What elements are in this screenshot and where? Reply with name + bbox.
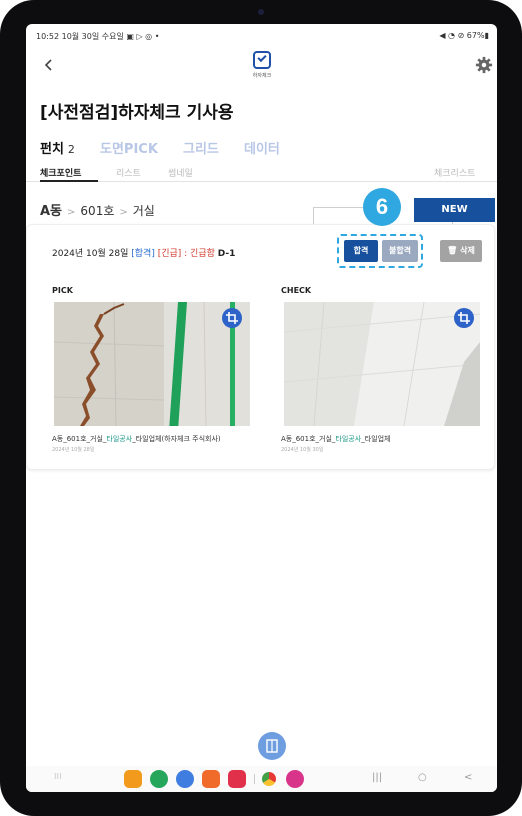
messages-icon[interactable]: [176, 770, 194, 788]
step-number-badge: 6: [363, 188, 401, 226]
delete-label: 삭제: [460, 246, 475, 255]
tab-grid[interactable]: 그리드: [183, 138, 219, 157]
tab-data[interactable]: 데이터: [244, 138, 280, 157]
app-icon-2[interactable]: [150, 770, 168, 788]
subtab-checklist[interactable]: 체크리스트: [434, 166, 475, 179]
tab-punch-count: 2: [67, 143, 75, 156]
main-tabs: 펀치 2 도면PICK 그리드 데이터: [40, 138, 300, 157]
check-caption-suffix: _타일업체: [361, 435, 391, 443]
card-header: 2024년 10월 28일 [합격] [긴급] : 긴급함 D-1: [52, 246, 235, 259]
pass-button[interactable]: 합격: [344, 240, 378, 262]
status-indicators: ◀ ◔ ⊘ 67%▮: [439, 31, 489, 40]
checklist-icon: [253, 51, 271, 69]
delete-button[interactable]: 🗑 삭제: [440, 240, 482, 262]
back-icon[interactable]: <: [464, 772, 472, 783]
breadcrumb-separator: >: [119, 207, 128, 218]
tab-punch[interactable]: 펀치 2: [40, 138, 75, 157]
trash-icon: 🗑: [447, 246, 458, 255]
pick-caption-work: 타일공사: [106, 435, 133, 443]
dday-badge: D-1: [217, 249, 236, 259]
pick-label: PICK: [52, 286, 73, 295]
pick-date: 2024년 10월 28일: [52, 447, 95, 453]
breadcrumb-room[interactable]: 거실: [133, 204, 155, 218]
dock-divider: [254, 774, 255, 784]
recent-apps-icon[interactable]: |||: [372, 772, 382, 783]
check-caption-work: 타일공사: [335, 435, 362, 443]
check-date: 2024년 10월 30일: [281, 447, 324, 453]
check-caption-prefix: A동_601호_거실_: [281, 435, 336, 443]
check-caption: A동_601호_거실_타일공사_타일업체: [281, 434, 390, 444]
tab-drawing-pick[interactable]: 도면PICK: [100, 138, 158, 157]
crop-icon[interactable]: [222, 308, 242, 328]
repaired-tile-photo: [284, 302, 480, 426]
app-logo: 하자체크: [249, 51, 275, 89]
status-badge: [합격]: [131, 249, 155, 259]
active-tab-indicator: [40, 180, 98, 182]
subtab-thumbnail[interactable]: 썸네일: [168, 166, 193, 179]
contacts-icon[interactable]: [202, 770, 220, 788]
breadcrumb-building[interactable]: A동: [40, 204, 62, 219]
card-date: 2024년 10월 28일: [52, 249, 129, 259]
subtab-checkpoint[interactable]: 체크포인트: [40, 166, 81, 179]
pick-caption-suffix: _타일업체(하자체크 주식회사): [132, 435, 221, 443]
front-camera: [258, 9, 264, 15]
tab-punch-label: 펀치: [40, 142, 64, 157]
check-label: CHECK: [281, 286, 312, 295]
callout-line: [313, 207, 363, 208]
breadcrumb-unit[interactable]: 601호: [80, 204, 114, 218]
urgent-badge: [긴급] : 긴급함: [157, 249, 215, 259]
pick-caption-prefix: A동_601호_거실_: [52, 435, 107, 443]
app-drawer-icon[interactable]: ⁝⁝⁝: [54, 772, 62, 781]
gear-icon[interactable]: [475, 56, 493, 74]
app-logo-text: 하자체크: [252, 73, 272, 79]
home-icon[interactable]: ○: [418, 772, 427, 783]
breadcrumb-separator: >: [67, 207, 76, 218]
page-title: [사전점검]하자체크 기사용: [40, 103, 234, 123]
pick-caption: A동_601호_거실_타일공사_타일업체(하자체크 주식회사): [52, 434, 221, 444]
gallery-icon[interactable]: [286, 770, 304, 788]
pick-photo[interactable]: [54, 302, 250, 426]
new-button[interactable]: NEW: [414, 198, 495, 222]
subtab-list[interactable]: 리스트: [116, 166, 141, 179]
breadcrumb: A동 >601호 > 거실: [40, 200, 155, 219]
status-time: 10:52 10월 30일 수요일 ▣ ▷ ◎ •: [36, 32, 160, 41]
crop-icon[interactable]: [454, 308, 474, 328]
check-photo[interactable]: [284, 302, 480, 426]
sub-tabs: 체크포인트 리스트 썸네일 체크리스트: [26, 162, 497, 182]
cracked-tile-photo: [54, 302, 250, 426]
back-arrow-icon[interactable]: [42, 58, 56, 72]
status-bar: 10:52 10월 30일 수요일 ▣ ▷ ◎ • ◀ ◔ ⊘ 67%▮: [26, 24, 497, 46]
tablet-frame: 10:52 10월 30일 수요일 ▣ ▷ ◎ • ◀ ◔ ⊘ 67%▮ 하자체…: [0, 0, 522, 816]
layout-icon: [266, 739, 278, 753]
app-icon-1[interactable]: [124, 770, 142, 788]
floating-action-button[interactable]: [258, 732, 286, 760]
screen: 10:52 10월 30일 수요일 ▣ ▷ ◎ • ◀ ◔ ⊘ 67%▮ 하자체…: [26, 24, 497, 792]
chrome-icon[interactable]: [262, 772, 276, 786]
fail-button[interactable]: 불합격: [382, 240, 418, 262]
system-nav-bar: ⁝⁝⁝ ||| ○ <: [26, 766, 497, 792]
camera-icon[interactable]: [228, 770, 246, 788]
